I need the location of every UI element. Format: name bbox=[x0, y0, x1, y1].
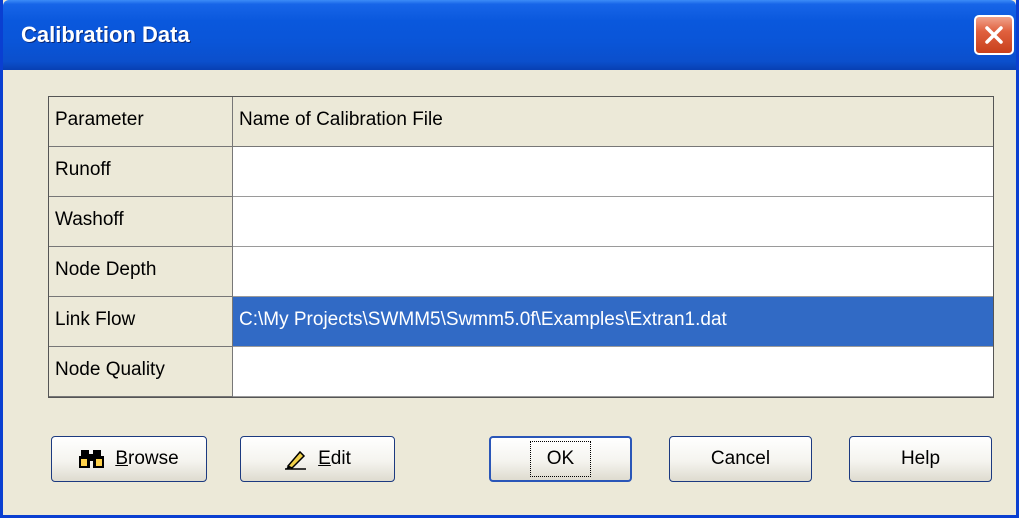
edit-accel: E bbox=[318, 448, 331, 469]
file-cell[interactable] bbox=[233, 247, 993, 297]
table-row[interactable]: Node Depth bbox=[49, 247, 993, 297]
file-cell[interactable] bbox=[233, 197, 993, 247]
table-row[interactable]: Node Quality bbox=[49, 347, 993, 397]
calibration-grid: Parameter Name of Calibration File Runof… bbox=[48, 96, 994, 398]
browse-label: rowse bbox=[128, 448, 179, 469]
table-row[interactable]: Washoff bbox=[49, 197, 993, 247]
row-label: Node Quality bbox=[49, 347, 233, 397]
help-button[interactable]: Help bbox=[849, 436, 992, 482]
browse-accel: B bbox=[115, 448, 128, 469]
file-cell[interactable]: C:\My Projects\SWMM5\Swmm5.0f\Examples\E… bbox=[233, 297, 993, 347]
ok-button[interactable]: OK bbox=[489, 436, 632, 482]
edit-button[interactable]: Edit bbox=[240, 436, 395, 482]
close-icon bbox=[985, 26, 1003, 44]
edit-label: dit bbox=[330, 448, 351, 469]
ok-label: OK bbox=[529, 441, 592, 477]
window-title: Calibration Data bbox=[21, 22, 190, 47]
pencil-icon bbox=[284, 448, 308, 470]
title-bar[interactable]: Calibration Data bbox=[3, 0, 1016, 70]
help-label: Help bbox=[900, 448, 941, 469]
close-button[interactable] bbox=[974, 15, 1014, 55]
cancel-button[interactable]: Cancel bbox=[669, 436, 812, 482]
binoculars-icon bbox=[79, 448, 105, 470]
browse-button[interactable]: Browse bbox=[51, 436, 207, 482]
file-cell[interactable] bbox=[233, 347, 993, 397]
column-header-file: Name of Calibration File bbox=[233, 97, 993, 147]
table-row[interactable]: Runoff bbox=[49, 147, 993, 197]
calibration-data-dialog: Calibration Data Parameter Name of Calib… bbox=[0, 0, 1019, 518]
row-label: Link Flow bbox=[49, 297, 233, 347]
grid-header-row: Parameter Name of Calibration File bbox=[49, 97, 993, 147]
row-label: Runoff bbox=[49, 147, 233, 197]
column-header-parameter: Parameter bbox=[49, 97, 233, 147]
row-label: Washoff bbox=[49, 197, 233, 247]
row-label: Node Depth bbox=[49, 247, 233, 297]
file-cell[interactable] bbox=[233, 147, 993, 197]
cancel-label: Cancel bbox=[710, 448, 771, 469]
table-row-selected[interactable]: Link Flow C:\My Projects\SWMM5\Swmm5.0f\… bbox=[49, 297, 993, 347]
